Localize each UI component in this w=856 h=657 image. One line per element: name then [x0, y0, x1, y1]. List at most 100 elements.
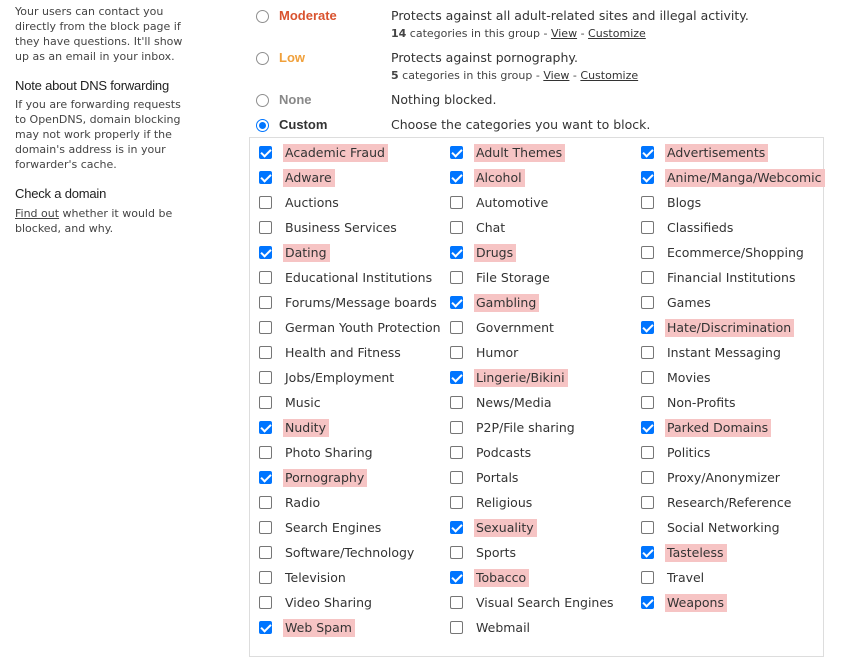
- category-label[interactable]: Parked Domains: [665, 419, 772, 437]
- category-checkbox[interactable]: [641, 521, 654, 534]
- moderate-customize-link[interactable]: Customize: [588, 27, 646, 40]
- category-label[interactable]: Research/Reference: [665, 494, 795, 512]
- category-checkbox[interactable]: [259, 471, 272, 484]
- category-checkbox[interactable]: [641, 146, 654, 159]
- category-label[interactable]: File Storage: [474, 269, 553, 287]
- category-checkbox[interactable]: [641, 371, 654, 384]
- category-label[interactable]: Proxy/Anonymizer: [665, 469, 783, 487]
- category-checkbox[interactable]: [450, 196, 463, 209]
- category-checkbox[interactable]: [259, 546, 272, 559]
- low-label[interactable]: Low: [279, 50, 305, 65]
- category-checkbox[interactable]: [259, 221, 272, 234]
- category-checkbox[interactable]: [641, 171, 654, 184]
- moderate-radio[interactable]: [256, 10, 269, 23]
- category-checkbox[interactable]: [450, 171, 463, 184]
- category-label[interactable]: Radio: [283, 494, 323, 512]
- category-label[interactable]: Tobacco: [474, 569, 530, 587]
- category-label[interactable]: Hate/Discrimination: [665, 319, 795, 337]
- category-checkbox[interactable]: [450, 346, 463, 359]
- category-label[interactable]: Non-Profits: [665, 394, 739, 412]
- category-label[interactable]: Jobs/Employment: [283, 369, 397, 387]
- category-checkbox[interactable]: [259, 621, 272, 634]
- category-checkbox[interactable]: [450, 546, 463, 559]
- category-checkbox[interactable]: [641, 396, 654, 409]
- none-label[interactable]: None: [279, 92, 312, 107]
- category-checkbox[interactable]: [450, 321, 463, 334]
- category-label[interactable]: Auctions: [283, 194, 342, 212]
- category-checkbox[interactable]: [450, 146, 463, 159]
- category-label[interactable]: Webmail: [474, 619, 533, 637]
- category-label[interactable]: Television: [283, 569, 349, 587]
- category-checkbox[interactable]: [450, 496, 463, 509]
- custom-radio[interactable]: [256, 119, 269, 132]
- category-label[interactable]: Podcasts: [474, 444, 534, 462]
- category-label[interactable]: Humor: [474, 344, 521, 362]
- category-checkbox[interactable]: [641, 571, 654, 584]
- category-checkbox[interactable]: [450, 421, 463, 434]
- category-checkbox[interactable]: [259, 371, 272, 384]
- category-label[interactable]: News/Media: [474, 394, 555, 412]
- category-label[interactable]: Weapons: [665, 594, 727, 612]
- category-checkbox[interactable]: [641, 596, 654, 609]
- category-checkbox[interactable]: [450, 221, 463, 234]
- category-label[interactable]: Lingerie/Bikini: [474, 369, 568, 387]
- category-label[interactable]: Video Sharing: [283, 594, 375, 612]
- category-label[interactable]: Drugs: [474, 244, 517, 262]
- category-checkbox[interactable]: [259, 171, 272, 184]
- none-radio[interactable]: [256, 94, 269, 107]
- category-checkbox[interactable]: [259, 521, 272, 534]
- category-checkbox[interactable]: [641, 221, 654, 234]
- category-label[interactable]: Adult Themes: [474, 144, 566, 162]
- category-checkbox[interactable]: [450, 371, 463, 384]
- category-label[interactable]: Ecommerce/Shopping: [665, 244, 807, 262]
- category-label[interactable]: P2P/File sharing: [474, 419, 578, 437]
- category-label[interactable]: Financial Institutions: [665, 269, 799, 287]
- category-checkbox[interactable]: [641, 296, 654, 309]
- category-label[interactable]: Software/Technology: [283, 544, 417, 562]
- category-checkbox[interactable]: [641, 346, 654, 359]
- category-checkbox[interactable]: [641, 546, 654, 559]
- category-checkbox[interactable]: [450, 471, 463, 484]
- category-label[interactable]: Government: [474, 319, 557, 337]
- category-checkbox[interactable]: [259, 321, 272, 334]
- category-label[interactable]: Sports: [474, 544, 519, 562]
- category-label[interactable]: Portals: [474, 469, 521, 487]
- category-checkbox[interactable]: [259, 421, 272, 434]
- category-checkbox[interactable]: [259, 396, 272, 409]
- category-label[interactable]: Pornography: [283, 469, 368, 487]
- category-checkbox[interactable]: [450, 396, 463, 409]
- category-checkbox[interactable]: [259, 346, 272, 359]
- category-label[interactable]: Photo Sharing: [283, 444, 376, 462]
- category-label[interactable]: Nudity: [283, 419, 329, 437]
- category-label[interactable]: Sexuality: [474, 519, 537, 537]
- category-checkbox[interactable]: [641, 196, 654, 209]
- category-checkbox[interactable]: [450, 246, 463, 259]
- category-label[interactable]: Instant Messaging: [665, 344, 784, 362]
- category-label[interactable]: Classifieds: [665, 219, 736, 237]
- category-checkbox[interactable]: [259, 196, 272, 209]
- category-label[interactable]: Chat: [474, 219, 508, 237]
- category-checkbox[interactable]: [641, 496, 654, 509]
- category-label[interactable]: Games: [665, 294, 714, 312]
- category-label[interactable]: Health and Fitness: [283, 344, 404, 362]
- category-checkbox[interactable]: [450, 271, 463, 284]
- category-checkbox[interactable]: [641, 421, 654, 434]
- category-checkbox[interactable]: [450, 296, 463, 309]
- category-label[interactable]: Dating: [283, 244, 330, 262]
- category-label[interactable]: Automotive: [474, 194, 551, 212]
- category-checkbox[interactable]: [259, 271, 272, 284]
- category-label[interactable]: Social Networking: [665, 519, 783, 537]
- category-label[interactable]: Advertisements: [665, 144, 769, 162]
- moderate-label[interactable]: Moderate: [279, 8, 337, 23]
- category-checkbox[interactable]: [259, 296, 272, 309]
- category-checkbox[interactable]: [259, 496, 272, 509]
- category-checkbox[interactable]: [641, 446, 654, 459]
- category-checkbox[interactable]: [259, 446, 272, 459]
- category-checkbox[interactable]: [259, 246, 272, 259]
- category-checkbox[interactable]: [450, 446, 463, 459]
- category-checkbox[interactable]: [450, 521, 463, 534]
- category-checkbox[interactable]: [641, 471, 654, 484]
- category-checkbox[interactable]: [450, 596, 463, 609]
- low-customize-link[interactable]: Customize: [580, 69, 638, 82]
- find-out-link[interactable]: Find out: [15, 207, 59, 220]
